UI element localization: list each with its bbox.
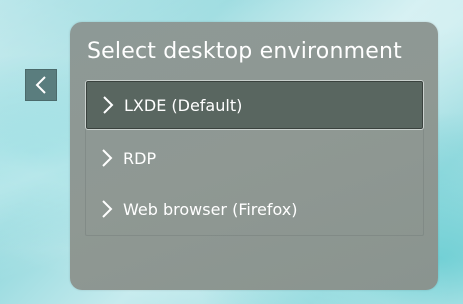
back-button[interactable] xyxy=(25,69,57,101)
option-label: LXDE (Default) xyxy=(124,95,243,115)
chevron-right-icon xyxy=(101,95,115,115)
chevron-right-icon xyxy=(100,148,114,168)
environment-option-list: LXDE (Default) RDP Web browser (Firefox) xyxy=(85,80,424,236)
panel-title: Select desktop environment xyxy=(87,39,402,64)
option-label: RDP xyxy=(123,148,157,168)
option-web-browser[interactable]: Web browser (Firefox) xyxy=(86,184,423,234)
chevron-right-icon xyxy=(100,199,114,219)
chevron-left-icon xyxy=(34,75,48,95)
desktop-environment-panel: Select desktop environment LXDE (Default… xyxy=(70,22,438,290)
option-lxde[interactable]: LXDE (Default) xyxy=(85,80,424,130)
option-label: Web browser (Firefox) xyxy=(123,199,298,219)
option-rdp[interactable]: RDP xyxy=(86,133,423,183)
